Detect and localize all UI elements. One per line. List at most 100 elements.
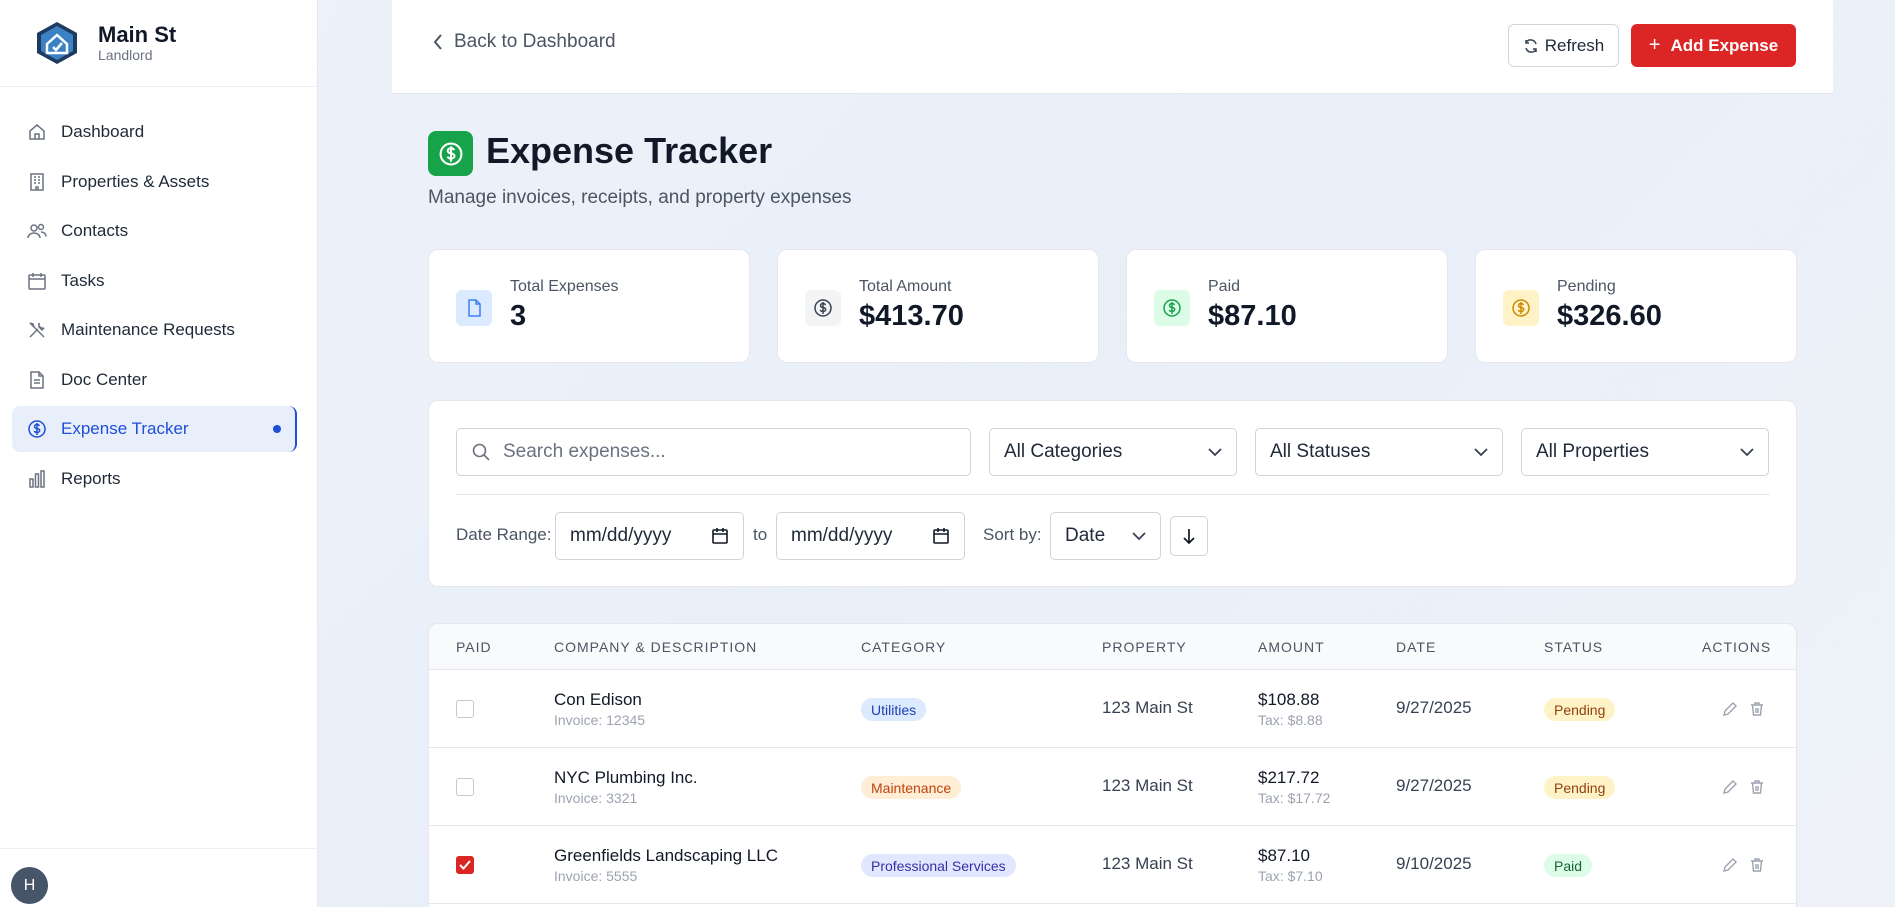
table-row: Con Edison Invoice: 12345 Utilities 123 … <box>429 670 1796 748</box>
property-name: 123 Main St <box>1102 698 1193 717</box>
trash-icon[interactable] <box>1747 777 1767 797</box>
edit-icon[interactable] <box>1720 777 1740 797</box>
property-name: 123 Main St <box>1102 776 1193 795</box>
status-select[interactable]: All Statuses <box>1255 428 1503 476</box>
date-to-value: mm/dd/yyyy <box>791 525 893 546</box>
building-icon <box>26 171 48 193</box>
top-bar: Back to Dashboard Refresh + Add Expense <box>392 0 1833 94</box>
document-icon <box>26 369 48 391</box>
refresh-label: Refresh <box>1544 35 1605 55</box>
file-icon <box>456 290 492 326</box>
company-name: NYC Plumbing Inc. <box>554 768 698 787</box>
paid-checkbox[interactable] <box>456 856 474 874</box>
stat-card-total-expenses: Total Expenses 3 <box>428 249 750 363</box>
plus-icon: + <box>1648 34 1661 56</box>
back-to-dashboard-link[interactable]: Back to Dashboard <box>432 31 616 53</box>
search-box[interactable] <box>456 428 971 476</box>
column-header-property[interactable]: PROPERTY <box>1102 639 1187 655</box>
trash-icon[interactable] <box>1747 699 1767 719</box>
house-shield-logo-icon <box>37 22 77 64</box>
status-badge: Paid <box>1544 854 1593 877</box>
category-select[interactable]: All Categories <box>989 428 1237 476</box>
sidebar-item-label: Reports <box>61 468 121 488</box>
property-select-value: All Properties <box>1536 441 1649 462</box>
refresh-icon <box>1524 38 1537 53</box>
calendar-icon[interactable] <box>932 527 950 545</box>
date-from-input[interactable]: mm/dd/yyyy <box>555 512 744 560</box>
dollar-circle-icon <box>805 290 841 326</box>
stat-label: Paid <box>1208 278 1241 295</box>
sidebar-item-properties[interactable]: Properties & Assets <box>12 159 297 205</box>
sidebar-item-contacts[interactable]: Contacts <box>12 208 297 254</box>
table-row: Greenfields Landscaping LLC Invoice: 555… <box>429 826 1796 904</box>
amount: $87.10 <box>1258 846 1310 865</box>
add-expense-button[interactable]: + Add Expense <box>1631 24 1796 67</box>
add-expense-label: Add Expense <box>1670 35 1779 55</box>
users-icon <box>26 220 48 242</box>
stat-value: 3 <box>510 300 527 332</box>
column-header-company[interactable]: COMPANY & DESCRIPTION <box>554 639 757 655</box>
invoice-number: Invoice: 5555 <box>554 868 638 884</box>
sidebar-footer: H <box>0 848 318 907</box>
sidebar-item-doc-center[interactable]: Doc Center <box>12 357 297 403</box>
column-header-date[interactable]: DATE <box>1396 639 1436 655</box>
trash-icon[interactable] <box>1747 855 1767 875</box>
calendar-icon <box>26 270 48 292</box>
status-select-value: All Statuses <box>1270 441 1371 462</box>
company-name: Con Edison <box>554 690 642 709</box>
chevron-down-icon <box>1208 447 1222 456</box>
sort-select[interactable]: Date <box>1050 512 1161 560</box>
paid-checkbox[interactable] <box>456 778 474 796</box>
tax-amount: Tax: $17.72 <box>1258 790 1331 806</box>
column-header-paid[interactable]: PAID <box>456 639 492 655</box>
calendar-icon[interactable] <box>711 527 729 545</box>
status-badge: Pending <box>1544 698 1616 721</box>
edit-icon[interactable] <box>1720 855 1740 875</box>
sidebar-item-dashboard[interactable]: Dashboard <box>12 109 297 155</box>
back-link-label: Back to Dashboard <box>454 31 616 52</box>
expense-date: 9/10/2025 <box>1396 854 1472 873</box>
avatar[interactable]: H <box>11 867 48 904</box>
sidebar-item-tasks[interactable]: Tasks <box>12 258 297 304</box>
sidebar-item-label: Doc Center <box>61 369 147 389</box>
column-header-status[interactable]: STATUS <box>1544 639 1603 655</box>
stat-card-total-amount: Total Amount $413.70 <box>777 249 1099 363</box>
sort-direction-button[interactable] <box>1170 516 1208 556</box>
sidebar-item-label: Properties & Assets <box>61 171 210 191</box>
date-to-input[interactable]: mm/dd/yyyy <box>776 512 965 560</box>
column-header-actions: ACTIONS <box>1702 639 1772 655</box>
sidebar-item-expense-tracker[interactable]: Expense Tracker <box>12 406 297 452</box>
amount: $108.88 <box>1258 690 1320 709</box>
paid-checkbox[interactable] <box>456 700 474 718</box>
property-select[interactable]: All Properties <box>1521 428 1769 476</box>
expense-date: 9/27/2025 <box>1396 776 1472 795</box>
tools-icon <box>26 319 48 341</box>
sort-by-label: Sort by: <box>983 525 1042 544</box>
sort-select-value: Date <box>1065 525 1106 546</box>
brand[interactable]: Main St Landlord <box>0 0 317 87</box>
search-input[interactable] <box>503 441 943 463</box>
invoice-number: Invoice: 12345 <box>554 712 646 728</box>
dollar-circle-icon <box>1154 290 1190 326</box>
column-header-amount[interactable]: AMOUNT <box>1258 639 1325 655</box>
status-badge: Pending <box>1544 776 1616 799</box>
sidebar-nav: Dashboard Properties & Assets Contacts T… <box>0 87 317 502</box>
column-header-category[interactable]: CATEGORY <box>861 639 946 655</box>
sidebar-item-maintenance[interactable]: Maintenance Requests <box>12 307 297 353</box>
sidebar-item-label: Expense Tracker <box>61 419 189 438</box>
page-dollar-icon <box>428 131 473 176</box>
category-badge: Maintenance <box>861 776 962 799</box>
page-title: Expense Tracker <box>486 130 773 171</box>
stat-value: $87.10 <box>1208 300 1297 332</box>
filters-divider <box>456 494 1770 495</box>
refresh-button[interactable]: Refresh <box>1508 24 1619 67</box>
expense-date: 9/27/2025 <box>1396 698 1472 717</box>
edit-icon[interactable] <box>1720 699 1740 719</box>
page-subtitle: Manage invoices, receipts, and property … <box>428 187 852 208</box>
expenses-table: PAID COMPANY & DESCRIPTION CATEGORY PROP… <box>428 623 1797 907</box>
dollar-circle-icon <box>26 418 48 440</box>
chevron-down-icon <box>1474 447 1488 456</box>
tax-amount: Tax: $7.10 <box>1258 868 1323 884</box>
brand-name: Main St <box>98 22 177 47</box>
sidebar-item-reports[interactable]: Reports <box>12 456 297 502</box>
